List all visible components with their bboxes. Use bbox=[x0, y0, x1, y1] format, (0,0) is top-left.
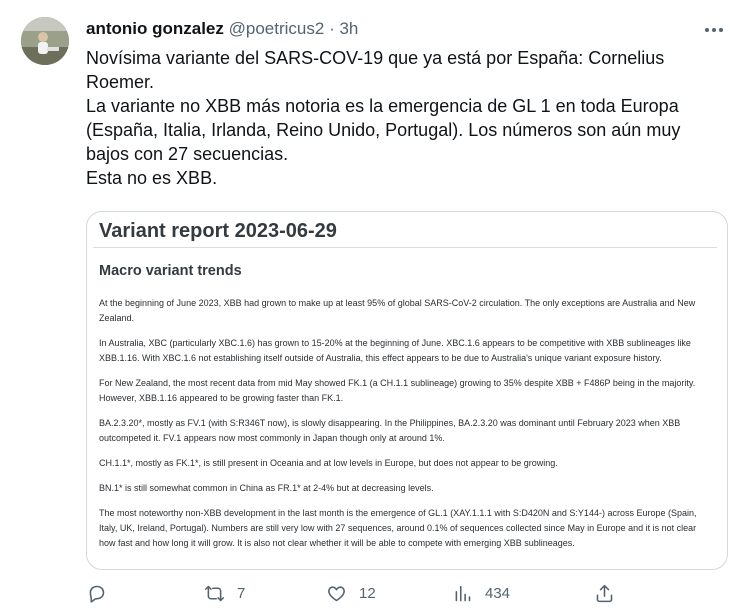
heart-icon bbox=[328, 585, 345, 601]
view-count: 434 bbox=[485, 584, 511, 602]
avatar-photo bbox=[21, 17, 69, 65]
report-title: Variant report 2023-06-29 bbox=[99, 220, 337, 242]
divider bbox=[93, 247, 717, 248]
like-button[interactable]: 12 bbox=[326, 580, 376, 606]
report-body: At the beginning of June 2023, XBB had g… bbox=[99, 296, 713, 561]
views-button[interactable]: 434 bbox=[452, 580, 510, 606]
attached-image[interactable]: Variant report 2023-06-29 Macro variant … bbox=[86, 211, 728, 570]
separator-dot: · bbox=[329, 19, 335, 38]
author-name[interactable]: antonio gonzalez bbox=[86, 19, 224, 38]
report-paragraph: For New Zealand, the most recent data fr… bbox=[99, 378, 696, 403]
tweet-line-1: Novísima variante del SARS-COV-19 que ya… bbox=[86, 48, 665, 92]
author-handle[interactable]: @poetricus2 bbox=[229, 19, 325, 38]
report-paragraph: At the beginning of June 2023, XBB had g… bbox=[99, 298, 696, 323]
report-paragraph: BN.1* is still somewhat common in China … bbox=[99, 483, 434, 493]
like-count: 12 bbox=[359, 584, 376, 602]
tweet-header: antonio gonzalez @poetricus2 · 3h bbox=[86, 18, 728, 42]
tweet-text: Novísima variante del SARS-COV-19 que ya… bbox=[86, 46, 726, 190]
report-paragraph: BA.2.3.20*, mostly as FV.1 (with S:R346T… bbox=[99, 418, 681, 443]
timestamp[interactable]: 3h bbox=[339, 19, 358, 38]
more-options-icon[interactable] bbox=[702, 20, 726, 40]
share-button[interactable] bbox=[594, 580, 627, 606]
reply-button[interactable] bbox=[86, 580, 119, 606]
avatar[interactable] bbox=[21, 17, 69, 65]
action-bar: 7 12 434 bbox=[86, 580, 726, 606]
retweet-icon bbox=[204, 585, 225, 601]
report-paragraph: CH.1.1*, mostly as FK.1*, is still prese… bbox=[99, 458, 558, 468]
retweet-count: 7 bbox=[237, 584, 246, 602]
report-paragraph: The most noteworthy non-XBB development … bbox=[99, 508, 697, 548]
report-subtitle: Macro variant trends bbox=[99, 263, 242, 279]
views-icon bbox=[455, 585, 471, 601]
reply-icon bbox=[89, 585, 105, 603]
report-paragraph: In Australia, XBC (particularly XBC.1.6)… bbox=[99, 338, 691, 363]
tweet-line-3: Esta no es XBB. bbox=[86, 168, 218, 188]
retweet-button[interactable]: 7 bbox=[204, 580, 245, 606]
share-icon bbox=[596, 584, 613, 602]
tweet-line-2: La variante no XBB más notoria es la eme… bbox=[86, 96, 681, 164]
